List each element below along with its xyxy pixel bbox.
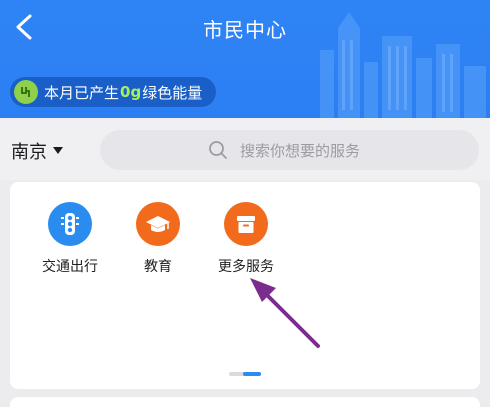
service-label: 教育 bbox=[144, 259, 172, 275]
page-indicator bbox=[229, 372, 261, 376]
service-more[interactable]: 更多服务 bbox=[206, 202, 286, 276]
caret-down-icon bbox=[53, 147, 63, 154]
energy-suffix-text: 绿色能量 bbox=[142, 83, 203, 102]
next-card bbox=[10, 397, 480, 407]
services-card: 交通出行 教育 更多服务 bbox=[10, 182, 480, 389]
energy-amount: 0g bbox=[120, 83, 142, 101]
search-icon bbox=[209, 141, 227, 159]
search-input[interactable]: 搜索你想要的服务 bbox=[100, 130, 479, 170]
search-row: 南京 搜索你想要的服务 bbox=[0, 118, 490, 180]
service-label: 交通出行 bbox=[42, 259, 98, 275]
graduation-cap-icon bbox=[136, 202, 180, 246]
page-title: 市民中心 bbox=[203, 18, 287, 42]
search-placeholder: 搜索你想要的服务 bbox=[240, 142, 361, 160]
traffic-light-icon bbox=[48, 202, 92, 246]
service-traffic[interactable]: 交通出行 bbox=[30, 202, 110, 276]
city-name: 南京 bbox=[11, 142, 47, 163]
city-selector[interactable]: 南京 bbox=[11, 138, 63, 164]
box-icon bbox=[224, 202, 268, 246]
leaf-icon bbox=[14, 80, 38, 104]
header-bar: 市民中心 本月已产生 0g 绿色能量 bbox=[0, 0, 490, 118]
service-education[interactable]: 教育 bbox=[118, 202, 198, 276]
green-energy-badge[interactable]: 本月已产生 0g 绿色能量 bbox=[10, 77, 217, 107]
service-label: 更多服务 bbox=[218, 259, 274, 275]
energy-prefix-text: 本月已产生 bbox=[44, 83, 120, 102]
